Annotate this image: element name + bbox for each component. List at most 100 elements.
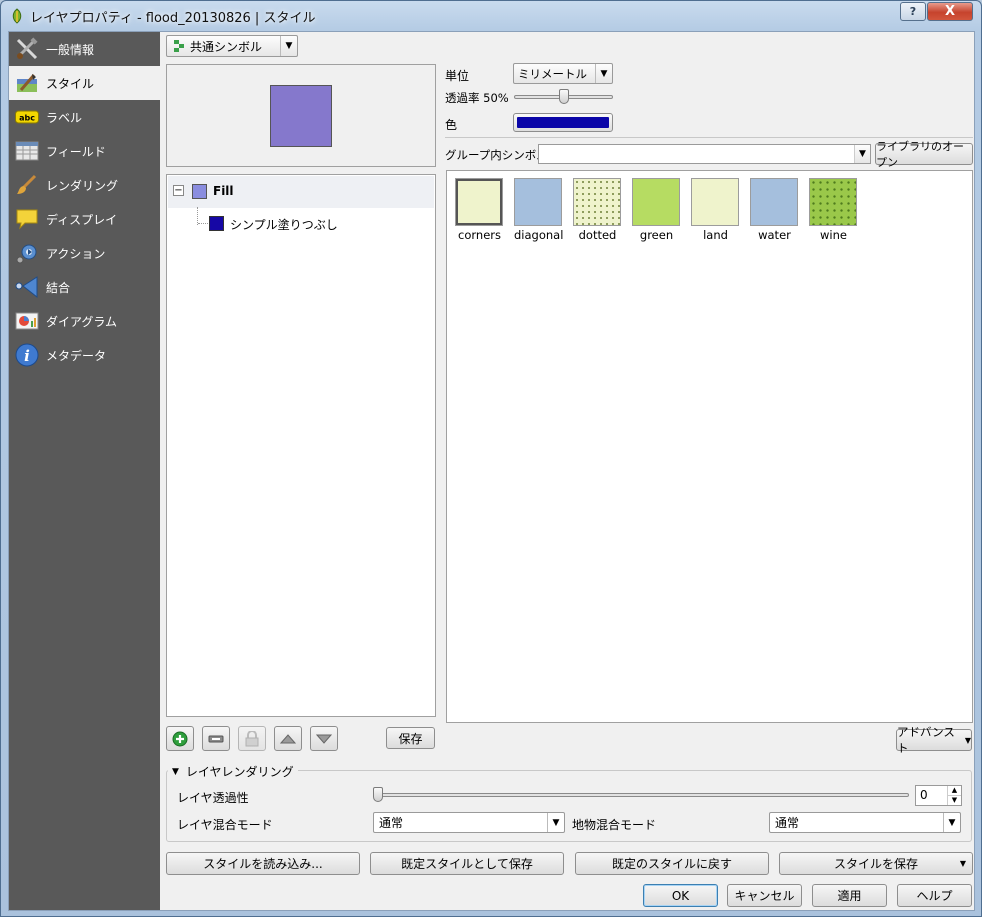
layer-transparency-slider-handle[interactable]: [373, 787, 383, 802]
ok-button[interactable]: OK: [643, 884, 718, 907]
symbol-tile-dotted[interactable]: dotted: [573, 178, 622, 242]
layer-transparency-slider-track[interactable]: [374, 793, 909, 797]
load-style-button[interactable]: スタイルを読み込み...: [166, 852, 360, 875]
sidebar-item-label: スタイル: [46, 76, 95, 91]
sidebar-item-style[interactable]: スタイル: [9, 66, 160, 100]
tree-child-label: シンプル塗りつぶし: [230, 218, 338, 232]
unit-combo[interactable]: ミリメートル ▼: [513, 63, 613, 84]
symbol-tile-diagonal[interactable]: diagonal: [514, 178, 563, 242]
symbol-name: land: [703, 228, 728, 242]
symbol-swatch: [455, 178, 503, 226]
chevron-down-icon: ▼: [959, 859, 966, 868]
triangle-down-icon: [316, 734, 332, 744]
layer-transparency-spinbox[interactable]: 0 ▲ ▼: [915, 785, 962, 806]
symbol-name: green: [639, 228, 674, 242]
renderer-type-combo[interactable]: 共通シンボル ▼: [166, 35, 298, 57]
svg-text:i: i: [24, 347, 30, 365]
chevron-down-icon[interactable]: ▼: [547, 813, 564, 832]
advanced-label: アドバンスト: [897, 725, 955, 755]
advanced-button[interactable]: アドバンスト ▼: [896, 725, 972, 755]
help-button[interactable]: ヘルプ: [897, 884, 972, 907]
layer-rendering-header[interactable]: ▼ レイヤレンダリング: [168, 763, 298, 780]
sidebar: 一般情報 スタイル abc ラベル フィールド レンダリング ディスプレイ アク…: [9, 32, 160, 910]
help-title-button[interactable]: ?: [900, 2, 926, 21]
dialog-window: レイヤプロパティ - flood_20130826 | スタイル ? X 一般情…: [0, 0, 982, 917]
speech-bubble-icon: [15, 207, 39, 231]
sidebar-item-display[interactable]: ディスプレイ: [9, 202, 160, 236]
chevron-down-icon[interactable]: ▼: [854, 145, 870, 163]
join-icon: [15, 275, 39, 299]
sidebar-item-label: メタデータ: [46, 348, 107, 363]
sidebar-item-label: ダイアグラム: [46, 314, 118, 329]
layer-blend-value: 通常: [379, 816, 404, 830]
simple-fill-color-icon: [209, 216, 224, 231]
color-swatch: [517, 117, 609, 128]
save-as-default-button[interactable]: 既定スタイルとして保存: [370, 852, 564, 875]
single-symbol-icon: [174, 40, 184, 52]
unit-value: ミリメートル: [518, 66, 587, 81]
symbol-name: corners: [458, 228, 501, 242]
collapse-triangle-icon[interactable]: ▼: [172, 767, 179, 777]
close-button[interactable]: X: [927, 2, 973, 21]
collapse-icon[interactable]: −: [173, 185, 184, 196]
move-up-button[interactable]: [274, 726, 302, 751]
sidebar-item-label: ラベル: [46, 110, 83, 125]
symbol-tile-corners[interactable]: corners: [455, 178, 504, 242]
svg-text:abc: abc: [19, 114, 35, 123]
brush-icon: [15, 173, 39, 197]
lock-icon: [245, 730, 259, 746]
dialog-client-area: 一般情報 スタイル abc ラベル フィールド レンダリング ディスプレイ アク…: [8, 31, 975, 911]
transparency-slider-handle[interactable]: [558, 89, 569, 104]
diagram-icon: [15, 309, 39, 333]
qgis-logo-icon: [12, 8, 22, 24]
sidebar-item-fields[interactable]: フィールド: [9, 134, 160, 168]
save-style-label: スタイルを保存: [833, 857, 918, 871]
apply-button[interactable]: 適用: [812, 884, 887, 907]
title-bar[interactable]: レイヤプロパティ - flood_20130826 | スタイル ? X: [1, 1, 981, 31]
open-library-button[interactable]: ライブラリのオープン: [875, 140, 973, 169]
symbol-tile-green[interactable]: green: [632, 178, 681, 242]
tree-row-simple-fill[interactable]: シンプル塗りつぶし: [209, 215, 409, 235]
symbol-name: wine: [820, 228, 847, 242]
sidebar-item-label: 結合: [46, 280, 71, 295]
spin-down-icon[interactable]: ▼: [947, 795, 961, 805]
sidebar-item-actions[interactable]: アクション: [9, 236, 160, 270]
lock-layer-button[interactable]: [238, 726, 266, 751]
add-symbol-layer-button[interactable]: [166, 726, 194, 751]
group-combo[interactable]: ▼: [538, 144, 871, 164]
sidebar-item-diagrams[interactable]: ダイアグラム: [9, 304, 160, 338]
chevron-down-icon[interactable]: ▼: [943, 813, 960, 832]
sidebar-item-label: レンダリング: [46, 178, 119, 193]
sidebar-item-joins[interactable]: 結合: [9, 270, 160, 304]
feature-blend-combo[interactable]: 通常 ▼: [769, 812, 961, 833]
color-button[interactable]: [513, 113, 613, 132]
symbol-tile-land[interactable]: land: [691, 178, 740, 242]
unit-label: 単位: [445, 69, 470, 83]
symbol-tile-wine[interactable]: wine: [809, 178, 858, 242]
move-down-button[interactable]: [310, 726, 338, 751]
symbol-preview-panel: [166, 64, 436, 167]
layer-rendering-title: レイヤレンダリング: [185, 765, 294, 779]
cancel-button[interactable]: キャンセル: [727, 884, 802, 907]
layer-blend-combo[interactable]: 通常 ▼: [373, 812, 565, 833]
sidebar-item-labels[interactable]: abc ラベル: [9, 100, 160, 134]
symbol-tile-water[interactable]: water: [750, 178, 799, 242]
symbol-swatch: [809, 178, 857, 226]
sidebar-item-general[interactable]: 一般情報: [9, 32, 160, 66]
symbol-name: diagonal: [514, 228, 564, 242]
tree-connector: [198, 223, 208, 224]
sidebar-item-label: フィールド: [46, 144, 106, 159]
save-style-button[interactable]: スタイルを保存 ▼: [779, 852, 973, 875]
restore-default-button[interactable]: 既定のスタイルに戻す: [575, 852, 769, 875]
save-symbol-button[interactable]: 保存: [386, 727, 435, 749]
chevron-down-icon[interactable]: ▼: [595, 64, 612, 83]
sidebar-item-rendering[interactable]: レンダリング: [9, 168, 160, 202]
symbol-swatch: [514, 178, 562, 226]
sidebar-item-metadata[interactable]: i メタデータ: [9, 338, 160, 372]
chevron-down-icon[interactable]: ▼: [280, 36, 297, 56]
remove-symbol-layer-button[interactable]: [202, 726, 230, 751]
transparency-label: 透過率 50%: [445, 91, 509, 105]
tree-row-fill[interactable]: − Fill: [168, 176, 434, 208]
color-label: 色: [445, 118, 458, 132]
spin-up-icon[interactable]: ▲: [947, 786, 961, 796]
